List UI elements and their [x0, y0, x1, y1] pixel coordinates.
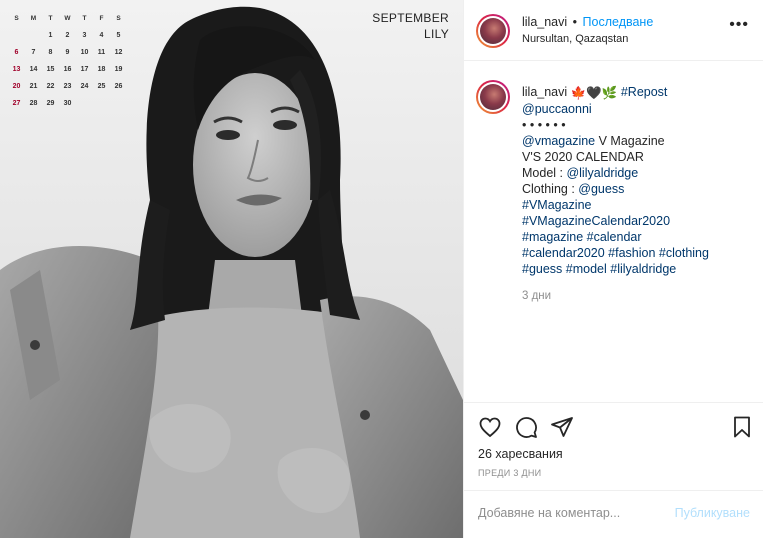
clothing-line: Clothing : @guess — [522, 181, 754, 197]
post-side-panel: lila_navi • Последване Nursultan, Qazaqs… — [463, 0, 763, 538]
clothing-prefix: Clothing : — [522, 181, 579, 196]
avatar[interactable] — [476, 80, 510, 114]
posted-time[interactable]: ПРЕДИ 3 ДНИ — [478, 468, 541, 478]
month-name: SEPTEMBER — [372, 11, 449, 25]
calendar-day: 15 — [46, 66, 55, 73]
hashtags-line[interactable]: #magazine #calendar — [522, 229, 754, 245]
comment-icon[interactable] — [514, 415, 538, 439]
post-comment-button[interactable]: Публикуване — [675, 506, 750, 520]
calendar-day: 10 — [80, 49, 89, 56]
caption-text: lila_navi 🍁🖤🌿 #Repost @puccaonni • • • •… — [522, 84, 754, 277]
vmagazine-line: @vmagazine V Magazine — [522, 133, 754, 149]
vmagazine-mention[interactable]: @vmagazine — [522, 134, 595, 148]
calendar-day: 19 — [114, 66, 123, 73]
calendar-day: 18 — [97, 66, 106, 73]
calendar-week: 27 28 29 30 — [8, 95, 127, 112]
calendar-day: 30 — [63, 100, 72, 107]
comment-input[interactable]: Добавяне на коментар... — [478, 506, 620, 520]
weekday: W — [64, 15, 71, 22]
heart-icon[interactable] — [478, 415, 502, 439]
vmagazine-text: V Magazine — [595, 133, 665, 148]
hashtags-line[interactable]: #VMagazineCalendar2020 — [522, 213, 754, 229]
model-line: Model : @lilyaldridge — [522, 165, 754, 181]
calendar-week: 13 14 15 16 17 18 19 — [8, 61, 127, 78]
calendar-day: 24 — [80, 83, 89, 90]
calendar-day: 25 — [97, 83, 106, 90]
model-mention[interactable]: @lilyaldridge — [566, 166, 638, 180]
caption-emojis: 🍁🖤🌿 — [570, 85, 618, 100]
post-photo[interactable]: S M T W T F S 1 2 3 4 5 6 7 8 9 10 11 12… — [0, 0, 463, 538]
calendar-day: 2 — [65, 32, 70, 39]
caption-timestamp[interactable]: 3 дни — [522, 290, 551, 302]
calendar-week: 20 21 22 23 24 25 26 — [8, 78, 127, 95]
calendar-day: 22 — [46, 83, 55, 90]
header-user-line: lila_navi • Последване — [522, 15, 653, 29]
calendar-weekdays: S M T W T F S — [8, 10, 127, 27]
calendar-day: 28 — [29, 100, 38, 107]
mention-link[interactable]: @puccaonni — [522, 101, 754, 117]
caption-area: lila_navi 🍁🖤🌿 #Repost @puccaonni • • • •… — [464, 60, 763, 402]
caption-first-line: lila_navi 🍁🖤🌿 #Repost — [522, 84, 754, 101]
calendar-day — [8, 27, 25, 44]
post-header: lila_navi • Последване Nursultan, Qazaqs… — [464, 0, 763, 61]
weekday: F — [99, 15, 104, 22]
instagram-post-window: S M T W T F S 1 2 3 4 5 6 7 8 9 10 11 12… — [0, 0, 763, 538]
weekday: S — [116, 15, 121, 22]
username-link[interactable]: lila_navi — [522, 15, 567, 29]
hashtags-line[interactable]: #guess #model #lilyaldridge — [522, 261, 754, 277]
calendar-line: V'S 2020 CALENDAR — [522, 149, 644, 164]
calendar-day: 14 — [29, 66, 38, 73]
follow-button[interactable]: Последване — [583, 15, 654, 29]
calendar-day: 4 — [99, 32, 104, 39]
repost-hashtag[interactable]: #Repost — [621, 85, 668, 99]
calendar-day: 13 — [12, 66, 21, 73]
calendar-week: 6 7 8 9 10 11 12 — [8, 44, 127, 61]
calendar-day: 9 — [65, 49, 70, 56]
calendar-day: 21 — [29, 83, 38, 90]
calendar-day: 26 — [114, 83, 123, 90]
weekday: T — [82, 15, 87, 22]
calendar-day: 5 — [116, 32, 121, 39]
calendar-day: 16 — [63, 66, 72, 73]
model-prefix: Model : — [522, 165, 567, 180]
calendar-day: 23 — [63, 83, 72, 90]
clothing-mention[interactable]: @guess — [578, 182, 624, 196]
calendar-day: 27 — [12, 100, 21, 107]
more-options-icon[interactable]: ••• — [729, 17, 749, 33]
calendar-day — [25, 27, 42, 44]
calendar-day: 29 — [46, 100, 55, 107]
location-link[interactable]: Nursultan, Qazaqstan — [522, 33, 628, 45]
dots-divider: • • • • • • — [522, 117, 566, 132]
calendar-day: 6 — [14, 49, 19, 56]
calendar: S M T W T F S 1 2 3 4 5 6 7 8 9 10 11 12… — [8, 10, 127, 112]
calendar-day — [110, 95, 127, 112]
post-actions: 26 харесвания ПРЕДИ 3 ДНИ — [464, 402, 763, 491]
comment-bar: Добавяне на коментар... Публикуване — [464, 490, 763, 539]
calendar-day: 17 — [80, 66, 89, 73]
calendar-week: 1 2 3 4 5 — [8, 27, 127, 44]
calendar-day: 7 — [31, 49, 36, 56]
calendar-day — [76, 95, 93, 112]
hashtags-line[interactable]: #VMagazine — [522, 197, 754, 213]
calendar-day — [93, 95, 110, 112]
calendar-day: 1 — [48, 32, 53, 39]
weekday: M — [30, 15, 37, 22]
calendar-day: 20 — [12, 83, 21, 90]
separator-dot: • — [572, 15, 578, 29]
weekday: T — [48, 15, 53, 22]
weekday: S — [14, 15, 19, 22]
calendar-day: 3 — [82, 32, 87, 39]
share-icon[interactable] — [550, 415, 574, 439]
caption-username[interactable]: lila_navi — [522, 85, 567, 99]
bookmark-icon[interactable] — [730, 415, 754, 439]
hashtags-line[interactable]: #calendar2020 #fashion #clothing — [522, 245, 754, 261]
likes-count[interactable]: 26 харесвания — [478, 447, 563, 461]
model-name: LILY — [424, 27, 449, 41]
calendar-day: 12 — [114, 49, 123, 56]
calendar-day: 11 — [97, 49, 106, 56]
calendar-month-label: SEPTEMBER LILY — [372, 10, 449, 42]
avatar[interactable] — [476, 14, 510, 48]
calendar-day: 8 — [48, 49, 53, 56]
